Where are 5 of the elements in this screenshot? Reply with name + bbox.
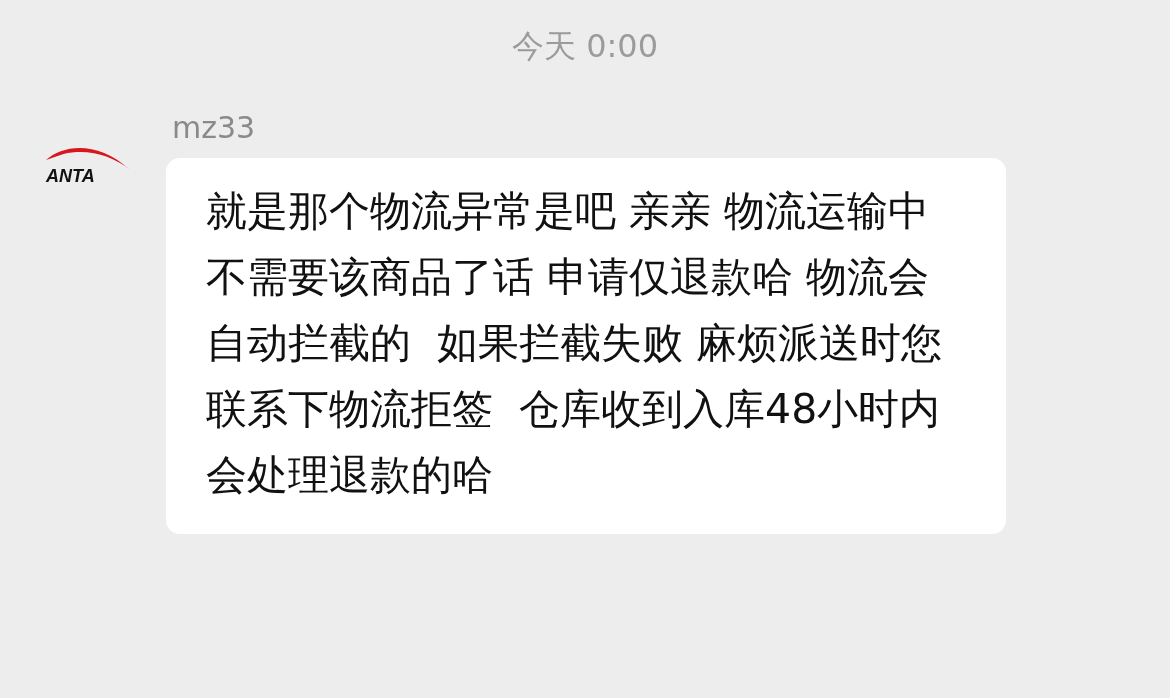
logo-text: ANTA (46, 166, 95, 186)
sender-name: mz33 (172, 110, 257, 146)
avatar[interactable]: ANTA (44, 142, 136, 202)
timestamp: 今天 0:00 (511, 26, 659, 66)
message-text: 就是那个物流异常是吧 亲亲 物流运输中不需要该商品了话 申请仅退款哈 物流会自动拦截的 如果拦截失败 麻烦派送时您联系下物流拒签 仓库收到入库48小时内会处理退款的哈 (206, 186, 944, 501)
